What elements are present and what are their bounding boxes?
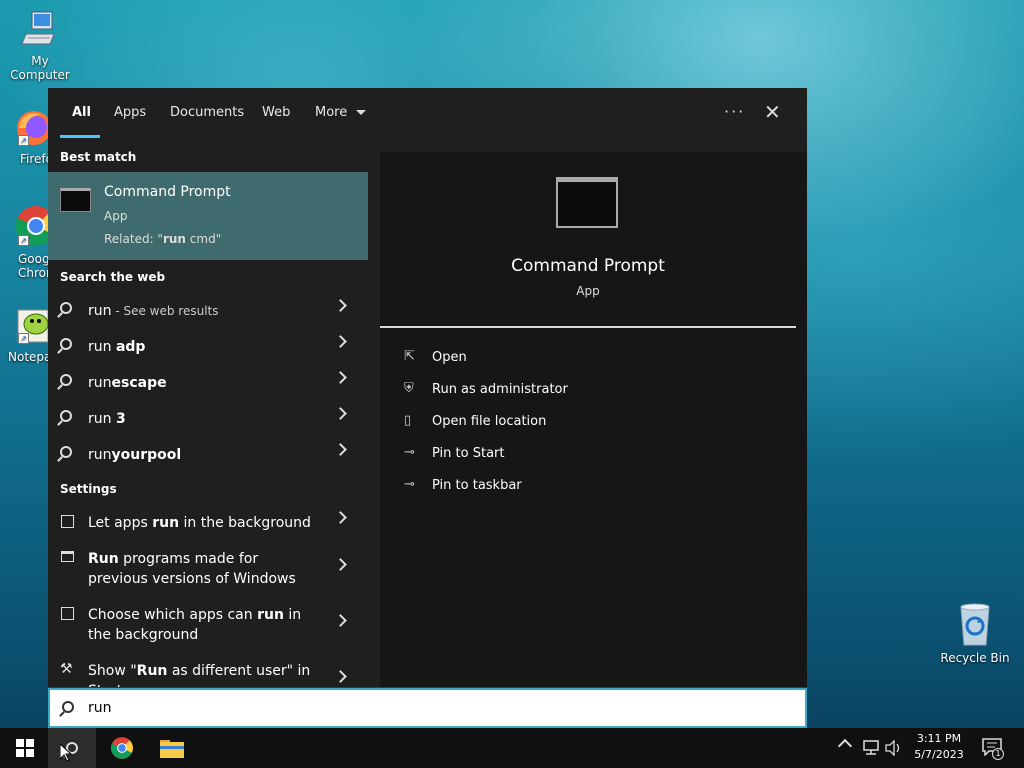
search-icon [60, 300, 78, 318]
active-tab-indicator [60, 135, 100, 138]
desktop-icon-chrome[interactable]: ↗ Google Chrome [0, 204, 48, 280]
chevron-right-icon[interactable] [334, 407, 347, 420]
ellipsis-icon[interactable]: ··· [724, 102, 745, 121]
settings-result-row[interactable]: Run programs made for previous versions … [48, 540, 368, 596]
search-input[interactable] [88, 696, 778, 720]
clock-time: 3:11 PM [916, 732, 962, 745]
desktop-icon-label: Recycle Bin [940, 651, 1010, 665]
taskbar-search-button[interactable] [48, 728, 96, 768]
best-match-type: App [104, 209, 128, 223]
preview-pane: Command Prompt App ⇱ Open ⛨ Run as admin… [380, 152, 807, 687]
firefox-icon: ↗ [14, 108, 48, 148]
chevron-right-icon[interactable] [334, 299, 347, 312]
clock-date: 5/7/2023 [914, 748, 964, 761]
compatibility-icon [61, 551, 74, 562]
notification-count-badge: 1 [992, 748, 1004, 760]
volume-icon[interactable] [885, 740, 903, 756]
preview-divider [380, 326, 796, 328]
settings-result-row[interactable]: ⚒ Show "Run as different user" in Start [48, 652, 368, 687]
settings-result-row[interactable]: Let apps run in the background [48, 504, 368, 540]
search-box[interactable] [48, 688, 807, 728]
web-result-row[interactable]: runescape [48, 364, 368, 400]
web-result-row[interactable]: run - See web results [48, 292, 368, 328]
mouse-cursor-icon [60, 744, 72, 762]
clock[interactable]: 3:11 PM 5/7/2023 [906, 731, 972, 763]
desktop-icon-my-computer[interactable]: My Computer [0, 10, 80, 82]
close-icon[interactable]: ✕ [764, 100, 781, 124]
search-icon [60, 408, 78, 426]
taskbar-file-explorer[interactable] [148, 728, 196, 768]
chevron-right-icon[interactable] [334, 558, 347, 571]
chevron-right-icon[interactable] [334, 511, 347, 524]
folder-icon [160, 740, 184, 758]
start-button[interactable] [0, 728, 48, 768]
tab-documents[interactable]: Documents [170, 105, 244, 120]
chrome-icon: ↗ [14, 204, 48, 248]
shortcut-arrow-icon: ↗ [18, 333, 29, 344]
windows-icon [16, 739, 34, 757]
results-list: Best match Command Prompt App Related: "… [48, 140, 368, 687]
chevron-right-icon[interactable] [334, 443, 347, 456]
chart-settings-icon [61, 607, 74, 620]
tab-apps[interactable]: Apps [114, 105, 146, 120]
search-tabs: All Apps Documents Web More ··· ✕ [48, 88, 807, 140]
web-result-row[interactable]: run adp [48, 328, 368, 364]
shield-icon: ⛨ [404, 381, 414, 396]
taskbar-chrome[interactable] [98, 728, 146, 768]
tab-all[interactable]: All [72, 105, 91, 120]
best-match-title: Command Prompt [104, 184, 231, 200]
tab-web[interactable]: Web [262, 105, 290, 120]
section-header-best-match: Best match [60, 150, 137, 164]
notification-center-button[interactable]: 1 [980, 737, 1004, 760]
open-icon: ⇱ [404, 349, 415, 364]
folder-icon: ▯ [404, 413, 412, 428]
section-header-settings: Settings [60, 482, 117, 496]
chevron-up-icon[interactable] [837, 738, 853, 754]
network-icon[interactable] [862, 740, 880, 756]
desktop-icon-firefox[interactable]: ↗ Firefox [0, 108, 48, 166]
desktop-icon-notepad-plus-plus[interactable]: ↗ Notepad++ [0, 306, 48, 364]
taskbar: 3:11 PM 5/7/2023 1 [0, 728, 1024, 768]
search-icon [60, 444, 78, 462]
desktop-icon-recycle-bin[interactable]: Recycle Bin [935, 603, 1015, 665]
desktop-icon-label: My Computer [10, 54, 70, 82]
computer-icon [20, 10, 60, 50]
caret-down-icon [356, 110, 367, 115]
tab-more[interactable]: More [315, 105, 367, 120]
desktop-icon-label: Notepad++ [8, 350, 48, 364]
section-header-search-web: Search the web [60, 270, 166, 284]
desktop-icon-label: Firefox [20, 152, 48, 166]
search-flyout: All Apps Documents Web More ··· ✕ Best m… [48, 88, 807, 687]
command-prompt-icon [60, 188, 91, 212]
tab-more-label: More [315, 105, 348, 120]
chrome-icon [110, 737, 133, 759]
chevron-right-icon[interactable] [334, 614, 347, 627]
search-icon [60, 336, 78, 354]
search-icon [62, 699, 74, 717]
pin-icon: ⊸ [404, 477, 415, 492]
command-prompt-icon [556, 177, 618, 228]
best-match-related: Related: "run cmd" [104, 232, 222, 246]
chevron-right-icon[interactable] [334, 371, 347, 384]
settings-result-row[interactable]: Choose which apps can run in the backgro… [48, 596, 368, 652]
shortcut-arrow-icon: ↗ [18, 235, 29, 246]
desktop-icon-label: Google Chrome [18, 252, 48, 280]
preview-title: Command Prompt [511, 256, 665, 276]
web-result-row[interactable]: runyourpool [48, 436, 368, 472]
pin-icon: ⊸ [404, 445, 415, 460]
chevron-right-icon[interactable] [334, 335, 347, 348]
best-match-command-prompt[interactable]: Command Prompt App Related: "run cmd" [48, 172, 368, 260]
tools-icon: ⚒ [60, 661, 73, 677]
preview-subtitle: App [576, 284, 600, 298]
web-result-row[interactable]: run 3 [48, 400, 368, 436]
shortcut-arrow-icon: ↗ [18, 135, 29, 146]
recycle-bin-icon [955, 603, 995, 647]
chevron-right-icon[interactable] [334, 670, 347, 683]
chart-settings-icon [61, 515, 74, 528]
notepad-plus-plus-icon: ↗ [14, 306, 48, 346]
search-icon [60, 372, 78, 390]
